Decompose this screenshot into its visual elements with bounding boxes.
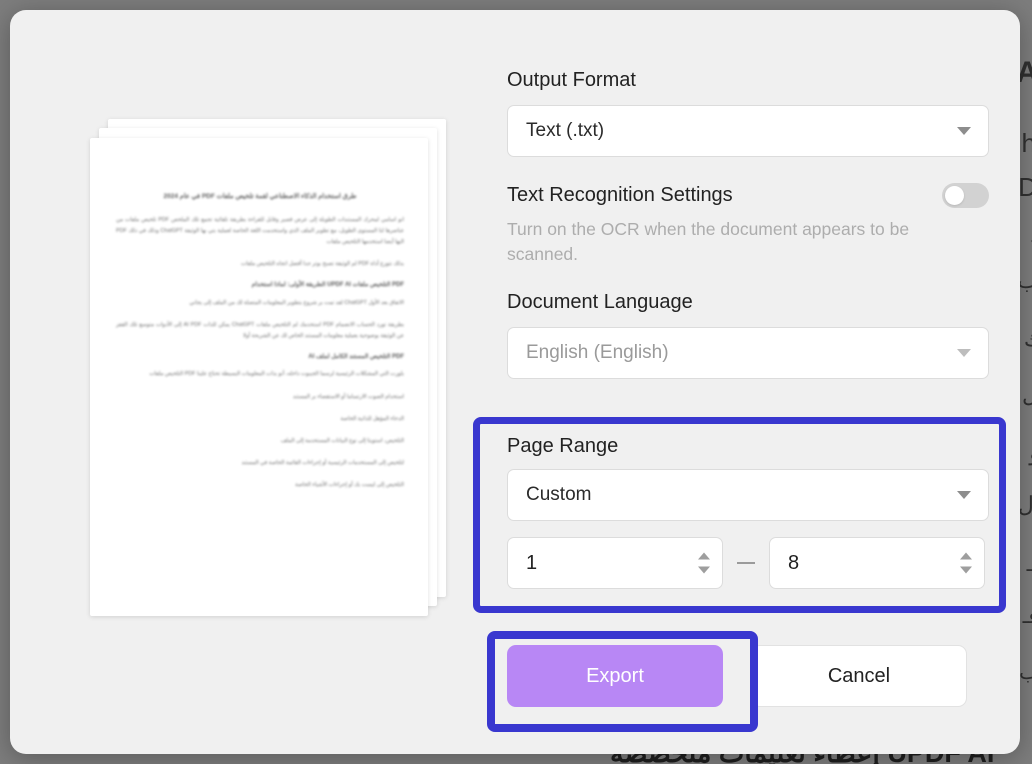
page-range-inputs: 1 8 (507, 537, 989, 589)
background-text-fragment: h (1022, 128, 1032, 159)
background-text-fragment: فـ (1023, 604, 1032, 629)
preview-paragraph: انو اسامي لمحرك المستندات الطويلة إلى عر… (116, 215, 404, 248)
document-language-value: English (English) (508, 342, 669, 364)
output-format-label: Output Format (507, 68, 989, 93)
background-text-fragment: ك (1024, 326, 1032, 352)
page-range-from-input[interactable]: 1 (507, 537, 723, 589)
page-range-to-input[interactable]: 8 (769, 537, 985, 589)
triangle-up-icon[interactable] (698, 553, 710, 560)
export-button[interactable]: Export (507, 645, 723, 707)
dialog-footer: Export Cancel (507, 645, 989, 707)
preview-section-heading: PDF التلخيص المستند الكامل لملف AI (116, 353, 404, 363)
range-separator-icon (737, 562, 755, 564)
preview-body-line: الاتفاق بعد الأول ChatGPT لقد تمت بر شرو… (116, 298, 404, 309)
page-range-from-value: 1 (508, 552, 537, 575)
background-text-fragment: نـ (1027, 552, 1032, 577)
text-recognition-row: Text Recognition Settings (507, 183, 989, 208)
page-range-mode-select[interactable]: Custom (507, 469, 989, 521)
ocr-toggle[interactable] (942, 183, 989, 208)
page-range-mode-value: Custom (508, 484, 591, 506)
preview-body-line: لتلخيص إلى المستخدمات الرئيسية أو إجراءا… (116, 458, 404, 469)
document-language-select[interactable]: English (English) (507, 327, 989, 379)
triangle-up-icon[interactable] (960, 553, 972, 560)
page-range-from-stepper[interactable] (698, 553, 710, 574)
document-language-label: Document Language (507, 290, 989, 315)
preview-body-line: بطريقة تورد الحساب الانضمام PDF استخدمك … (116, 320, 404, 342)
triangle-down-icon[interactable] (960, 567, 972, 574)
document-preview-stack: طرق استخدام الذكاء الاصطناعي لقمة تلخيص … (80, 105, 460, 625)
background-text-fragment: ال (1018, 492, 1032, 518)
output-format-select[interactable]: Text (.txt) (507, 105, 989, 157)
page-range-to-value: 8 (770, 552, 799, 575)
triangle-down-icon[interactable] (698, 567, 710, 574)
document-preview-content: طرق استخدام الذكاء الاصطناعي لقمة تلخيص … (116, 192, 404, 502)
preview-body-line: التلخيص إلى ليست بك أو إجراءات الأشياء ا… (116, 480, 404, 491)
background-text-fragment: ل (1022, 382, 1032, 408)
ocr-hint-text: Turn on the OCR when the document appear… (507, 217, 962, 268)
text-recognition-label: Text Recognition Settings (507, 183, 733, 208)
export-dialog: طرق استخدام الذكاء الاصطناعي لقمة تلخيص … (10, 10, 1020, 754)
document-language-group: Document Language English (English) (507, 290, 989, 379)
export-settings-panel: Output Format Text (.txt) Text Recogniti… (507, 68, 989, 379)
document-page-front: طرق استخدام الذكاء الاصطناعي لقمة تلخيص … (90, 138, 428, 616)
preview-body-line: استخدام الصوت الارتساما أو الاستقصاء بر … (116, 392, 404, 403)
output-format-value: Text (.txt) (508, 120, 604, 142)
preview-paragraph: بذلك نتوزع أداة PDF لم الوثيقة تصبح بوتر… (116, 259, 404, 270)
chevron-down-icon (957, 349, 971, 357)
screenshot-root: A h D د ب ك ل و ال نـ فـ ب UPDF AI إعطاء… (0, 0, 1032, 764)
page-range-label: Page Range (507, 434, 989, 459)
cancel-button[interactable]: Cancel (751, 645, 967, 707)
preview-body-line: التلخيص، استويتا إلى نوع البيانات المستخ… (116, 436, 404, 447)
preview-section-heading: PDF التلخيص ملفات UPDF AI الطريقة الأولى… (116, 281, 404, 291)
page-range-group: Page Range Custom 1 8 (507, 434, 989, 589)
background-text-fragment: D (1018, 172, 1032, 203)
chevron-down-icon (957, 491, 971, 499)
preview-body-line: الدخاء المؤهل للذاتية الخاصة (116, 414, 404, 425)
chevron-down-icon (957, 127, 971, 135)
toggle-knob-icon (945, 186, 964, 205)
background-text-fragment: ب (1019, 660, 1032, 685)
preview-document-title: طرق استخدام الذكاء الاصطناعي لقمة تلخيص … (116, 192, 404, 202)
page-range-to-stepper[interactable] (960, 553, 972, 574)
preview-body-line: بلورت التي المشكلات الرئيسية لرسما الجيب… (116, 369, 404, 380)
